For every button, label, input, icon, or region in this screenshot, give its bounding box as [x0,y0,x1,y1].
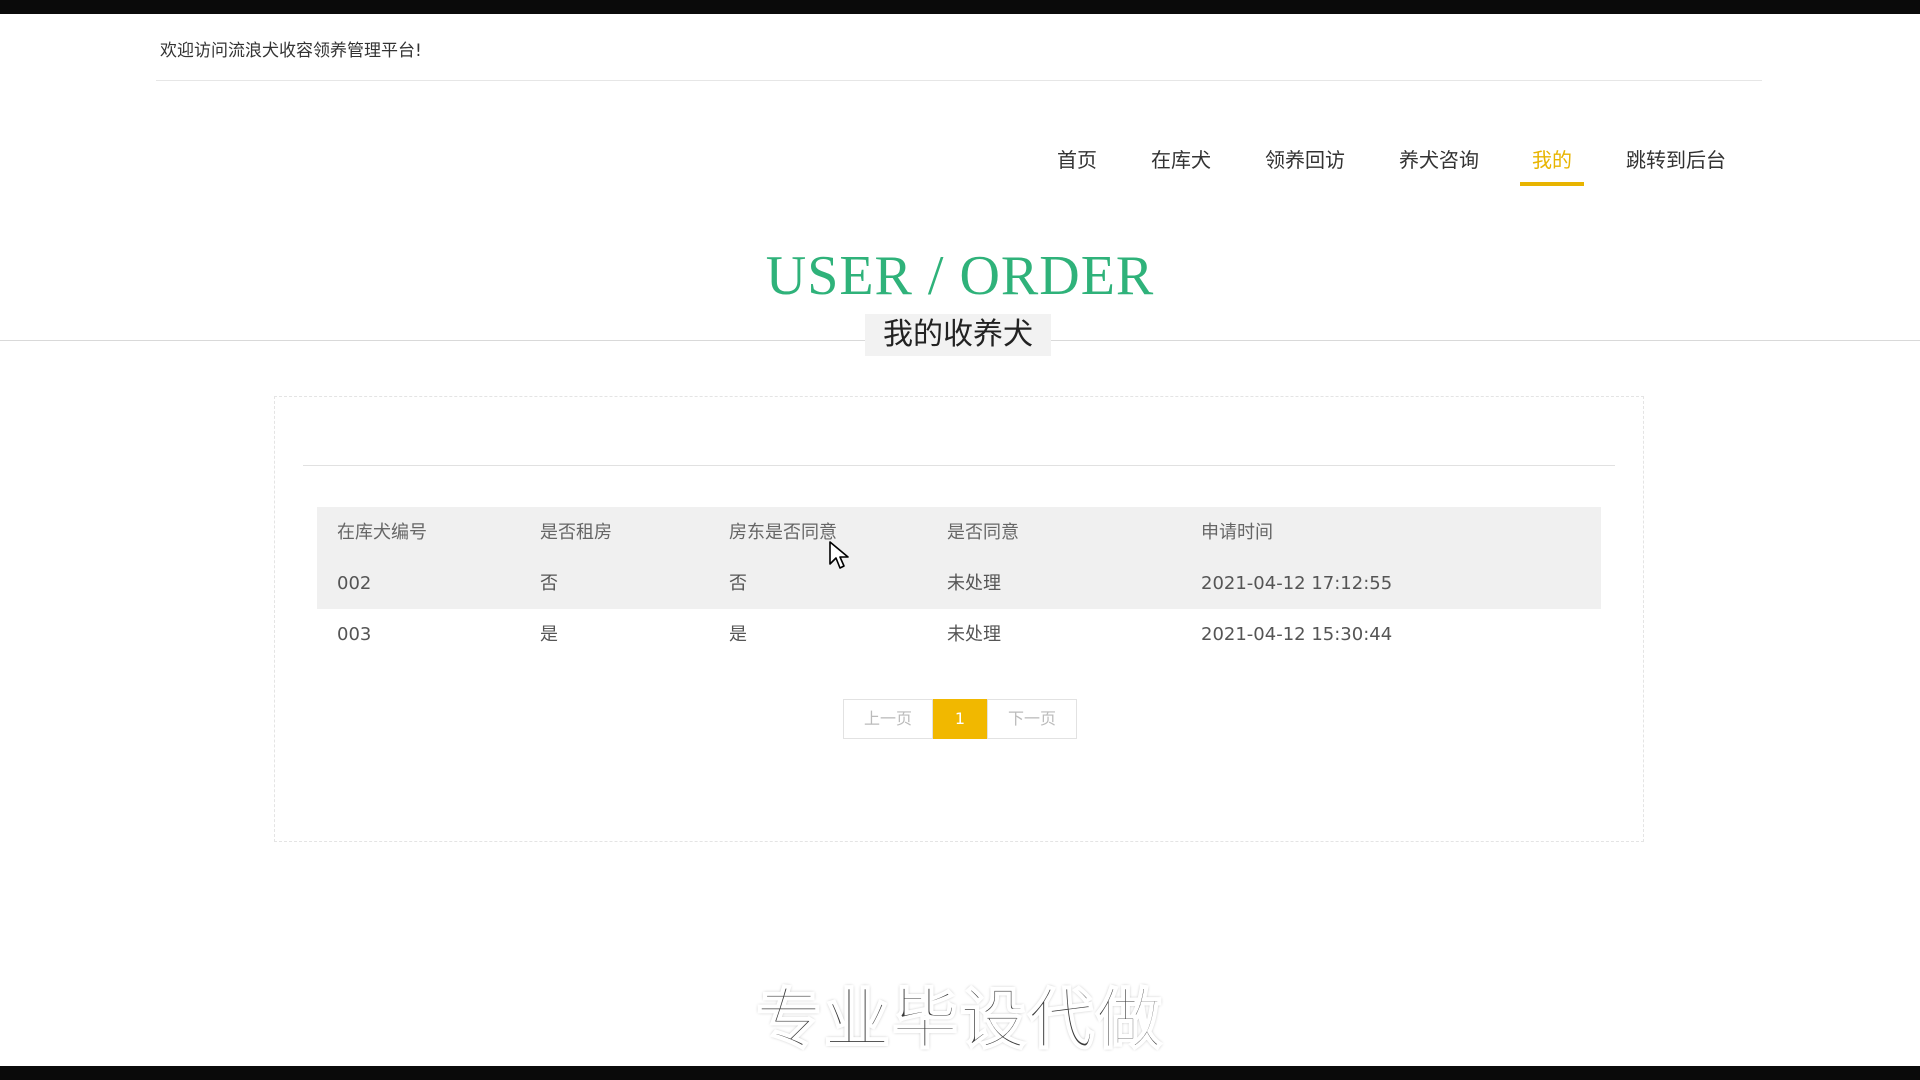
table-cell: 002 [337,573,372,594]
page-1-button[interactable]: 1 [933,699,987,739]
table-header-row: 在库犬编号 是否租房 房东是否同意 是否同意 申请时间 [317,507,1601,558]
table-cell: 未处理 [947,573,1001,594]
table-cell: 是 [540,624,558,645]
watermark-caption: 专业毕设代做 [755,980,1164,1059]
table-cell: 否 [540,573,558,594]
page-subtitle: 我的收养犬 [865,314,1051,356]
header-divider [156,80,1762,81]
table-cell: 2021-04-12 15:30:44 [1201,624,1393,645]
prev-page-button[interactable]: 上一页 [843,699,933,739]
nav-item-go-backend[interactable]: 跳转到后台 [1626,146,1726,186]
next-page-button[interactable]: 下一页 [987,699,1077,739]
mouse-cursor-icon [829,541,849,569]
orders-panel: 在库犬编号 是否租房 房东是否同意 是否同意 申请时间 002 否 否 未处理 … [274,396,1644,842]
nav-active-underline [1520,182,1584,186]
welcome-text: 欢迎访问流浪犬收容领养管理平台! [160,41,422,61]
nav-item-mine[interactable]: 我的 [1520,146,1584,186]
panel-divider [303,465,1615,466]
table-cell: 未处理 [947,624,1001,645]
page-title: USER / ORDER [765,245,1155,307]
table-cell: 2021-04-12 17:12:55 [1201,573,1393,594]
column-header: 房东是否同意 [729,522,837,543]
main-nav: 首页 在库犬 领养回访 养犬咨询 我的 跳转到后台 [0,146,1920,188]
nav-item-dogs-in-stock[interactable]: 在库犬 [1151,146,1211,186]
column-header: 在库犬编号 [337,522,427,543]
nav-item-mine-label: 我的 [1532,148,1572,172]
table-cell: 003 [337,624,372,645]
video-letterbox-top [0,0,1920,14]
table-row[interactable]: 003 是 是 未处理 2021-04-12 15:30:44 [317,609,1601,660]
nav-item-dog-consult[interactable]: 养犬咨询 [1399,146,1479,186]
table-cell: 否 [729,573,747,594]
nav-item-adoption-visit[interactable]: 领养回访 [1265,146,1345,186]
orders-table: 在库犬编号 是否租房 房东是否同意 是否同意 申请时间 002 否 否 未处理 … [317,507,1601,660]
column-header: 申请时间 [1201,522,1273,543]
table-cell: 是 [729,624,747,645]
nav-item-home[interactable]: 首页 [1057,146,1097,186]
video-letterbox-bottom [0,1066,1920,1080]
column-header: 是否租房 [540,522,612,543]
column-header: 是否同意 [947,522,1019,543]
pagination: 上一页 1 下一页 [843,699,1077,739]
table-row[interactable]: 002 否 否 未处理 2021-04-12 17:12:55 [317,558,1601,609]
